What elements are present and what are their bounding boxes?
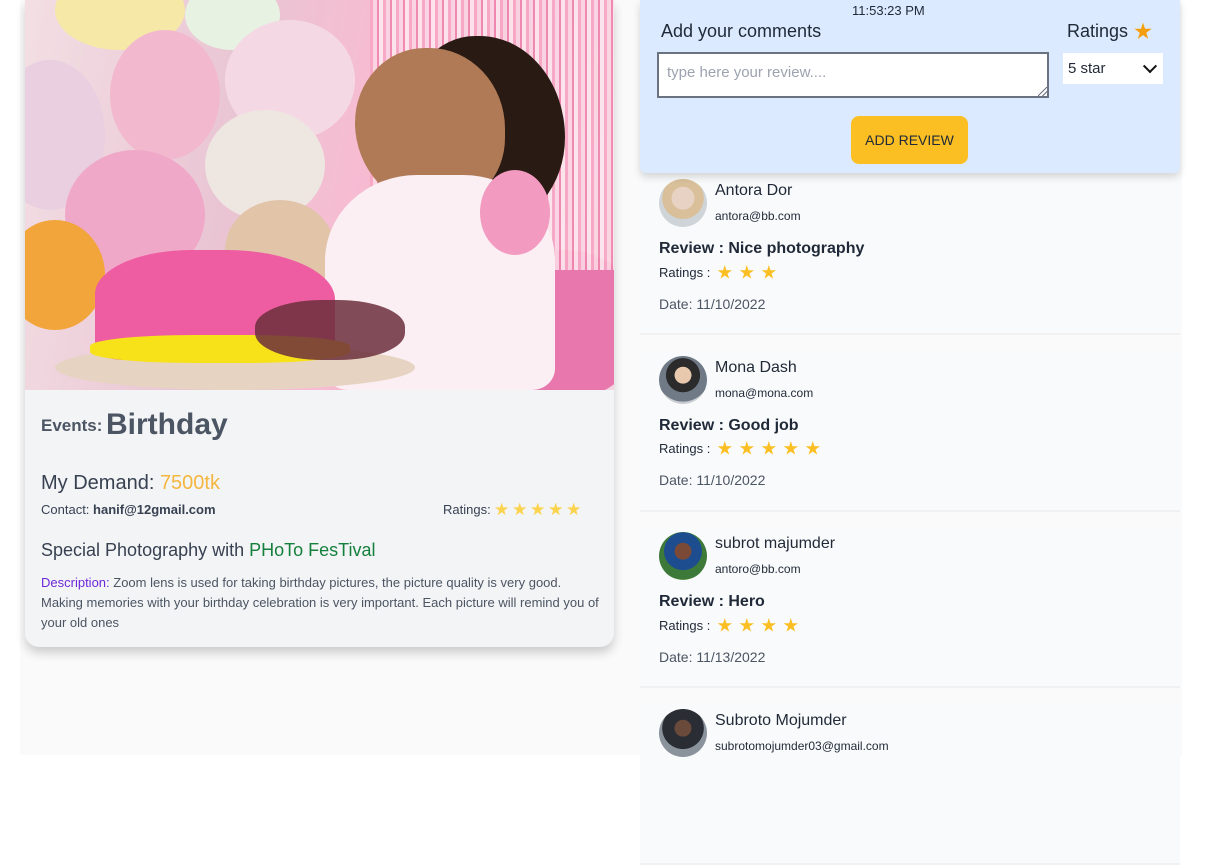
star-icon [717, 265, 733, 279]
reviewer-email: mona@mona.com [715, 386, 814, 400]
chevron-down-icon [1142, 58, 1158, 73]
review-date: Date: 11/13/2022 [659, 649, 766, 665]
event-ratings: Ratings: [443, 502, 581, 517]
reviewer-email: antora@bb.com [715, 209, 801, 223]
event-ratings-label: Ratings: [443, 502, 491, 517]
review-ratings-label: Ratings : [659, 265, 711, 280]
avatar [659, 709, 707, 757]
review-ratings: Ratings : [659, 618, 799, 633]
event-card: Events: Birthday My Demand: 7500tk Conta… [25, 0, 614, 647]
review-ratings-label: Ratings : [659, 441, 711, 456]
star-icon [805, 441, 821, 455]
star-icon [512, 502, 527, 516]
star-icon [717, 618, 733, 632]
special-text: Special Photography with [41, 540, 245, 560]
review-ratings: Ratings : [659, 441, 821, 456]
event-description: Description: Zoom lens is used for takin… [41, 573, 601, 633]
brand-name: PHoTo FesTival [249, 540, 376, 560]
review-date: Date: 11/10/2022 [659, 296, 766, 312]
reviewer-name: Mona Dash [715, 359, 797, 376]
events-label: Events: [41, 416, 103, 435]
review-stars [710, 265, 777, 280]
reviewer-name: subrot majumder [715, 535, 836, 552]
description-label: Description: [41, 575, 110, 590]
review-stars [710, 441, 821, 456]
star-icon [761, 441, 777, 455]
special-photography: Special Photography with PHoTo FesTival [41, 540, 376, 561]
reviewer-name: Subroto Mojumder [715, 712, 847, 729]
star-icon [494, 502, 509, 516]
star-icon [761, 618, 777, 632]
demand-line: My Demand: 7500tk [41, 472, 220, 495]
star-icon [566, 502, 581, 516]
star-icon [530, 502, 545, 516]
star-icon [548, 502, 563, 516]
demand-price: 7500tk [159, 472, 220, 494]
rating-select-value: 5 star [1068, 60, 1106, 77]
event-title: Birthday [106, 408, 228, 441]
review-stars [710, 618, 799, 633]
contact-email: hanif@12gmail.com [93, 502, 216, 517]
contact-label: Contact: [41, 502, 90, 517]
event-stars [491, 502, 581, 517]
ratings-title-text: Ratings [1067, 21, 1129, 41]
star-icon [739, 441, 755, 455]
review-form: 11:53:23 PM Add your comments Ratings 5 … [640, 0, 1180, 173]
reviewer-email: subrotomojumder03@gmail.com [715, 739, 889, 753]
avatar [659, 179, 707, 227]
star-icon [761, 265, 777, 279]
event-photo [25, 0, 614, 390]
add-review-button[interactable]: ADD REVIEW [851, 116, 968, 164]
review-card: Subroto Mojumder subrotomojumder03@gmail… [640, 703, 1180, 865]
avatar [659, 356, 707, 404]
review-date: Date: 11/10/2022 [659, 472, 766, 488]
review-text: Review : Hero [659, 593, 765, 610]
review-input[interactable] [657, 52, 1049, 98]
resize-handle-icon[interactable] [1038, 87, 1047, 96]
rating-select[interactable]: 5 star [1063, 53, 1163, 84]
reviewer-name: Antora Dor [715, 182, 793, 199]
star-icon [739, 265, 755, 279]
review-card: Antora Dor antora@bb.com Review : Nice p… [640, 173, 1180, 335]
description-text: Zoom lens is used for taking birthday pi… [41, 575, 599, 630]
review-text: Review : Good job [659, 417, 799, 434]
star-icon [783, 441, 799, 455]
review-text: Review : Nice photography [659, 240, 865, 257]
star-icon [783, 618, 799, 632]
review-card: Mona Dash mona@mona.com Review : Good jo… [640, 350, 1180, 512]
ratings-title: Ratings [1067, 21, 1152, 42]
contact-line: Contact: hanif@12gmail.com [41, 502, 216, 517]
star-icon [1134, 22, 1152, 39]
form-title: Add your comments [661, 21, 822, 41]
review-ratings-label: Ratings : [659, 618, 711, 633]
review-ratings: Ratings : [659, 265, 777, 280]
star-icon [739, 618, 755, 632]
clock: 11:53:23 PM [852, 3, 925, 18]
review-card: subrot majumder antoro@bb.com Review : H… [640, 526, 1180, 688]
demand-label: My Demand: [41, 472, 155, 494]
avatar [659, 532, 707, 580]
star-icon [717, 441, 733, 455]
reviewer-email: antoro@bb.com [715, 562, 801, 576]
